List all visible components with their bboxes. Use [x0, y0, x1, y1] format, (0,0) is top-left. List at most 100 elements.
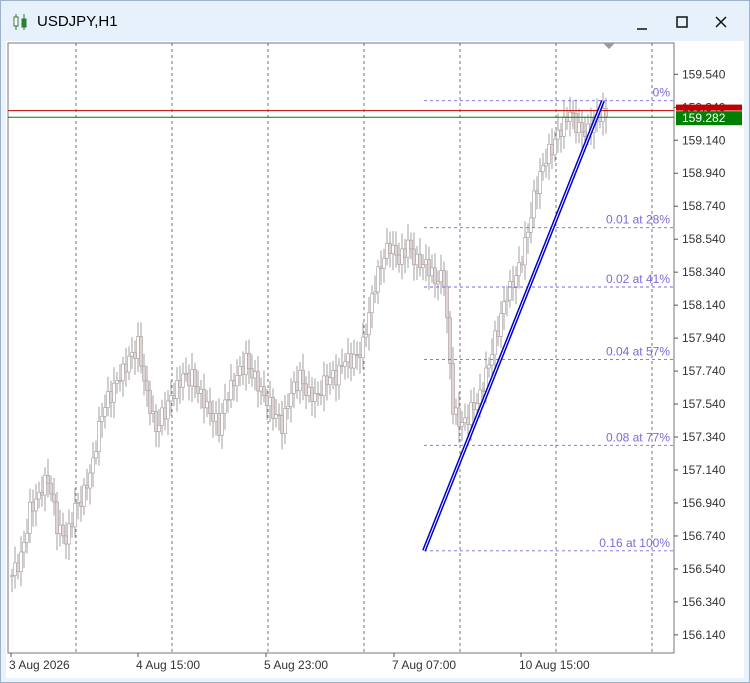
candle-body	[19, 551, 23, 573]
candle-body	[82, 484, 86, 507]
candle-body	[115, 380, 119, 384]
candle-body	[169, 395, 173, 402]
plot-frame	[7, 42, 675, 654]
candle-body	[385, 243, 389, 259]
maximize-button[interactable]	[667, 9, 697, 35]
candle-body	[361, 336, 365, 358]
candle-body	[439, 270, 443, 283]
time-tick-label: 3 Aug 2026	[9, 658, 70, 672]
price-tick-label: 157.740	[682, 364, 726, 378]
candle-body	[388, 243, 392, 254]
candle-body	[136, 336, 140, 359]
candle-body	[76, 502, 80, 504]
candle-body	[454, 407, 458, 415]
candle-body	[418, 253, 422, 269]
candle-body	[505, 299, 509, 303]
candle-body	[166, 400, 170, 420]
candle-body	[400, 248, 404, 265]
candle-body	[16, 562, 20, 573]
candle-body	[259, 386, 263, 392]
minimize-button[interactable]	[627, 9, 657, 35]
candle-body	[382, 258, 386, 269]
price-chart[interactable]: 159.540159.340159.140158.940158.740158.5…	[6, 41, 744, 678]
candle-body	[277, 414, 281, 417]
maximize-icon	[676, 16, 688, 28]
time-tick-label: 7 Aug 07:00	[392, 658, 456, 672]
candle-body	[190, 369, 194, 387]
candle-body	[160, 407, 164, 426]
candle-body	[22, 542, 26, 553]
candle-body	[307, 386, 311, 396]
candle-body	[328, 377, 332, 386]
candle-body	[409, 239, 413, 250]
candle-body	[310, 386, 314, 402]
candle-body	[256, 371, 260, 392]
candle-body	[196, 386, 200, 394]
candle-body	[271, 397, 275, 419]
candle-body	[139, 336, 143, 367]
candle-body	[100, 415, 104, 422]
price-tick-label: 157.540	[682, 397, 726, 411]
candle-body	[340, 364, 344, 367]
title-bar[interactable]: USDJPY,H1	[1, 1, 749, 41]
candle-body	[322, 375, 326, 397]
candle-body	[493, 330, 497, 355]
candle-body	[268, 397, 272, 407]
candle-body	[370, 293, 374, 314]
candle-body	[64, 535, 68, 545]
candle-body	[475, 403, 479, 410]
candle-body	[553, 138, 557, 156]
candle-body	[142, 365, 146, 382]
candle-body	[550, 143, 554, 156]
candle-body	[313, 393, 317, 402]
candle-body	[103, 407, 107, 417]
candle-body	[55, 501, 59, 535]
fib-level-label: 0%	[653, 86, 671, 100]
price-tick-label: 157.940	[682, 331, 726, 345]
price-tick-label: 156.940	[682, 496, 726, 510]
candle-body	[343, 361, 347, 367]
candle-body	[436, 281, 440, 285]
candle-body	[499, 313, 503, 337]
candle-body	[424, 259, 428, 266]
candle-body	[67, 523, 71, 545]
candle-body	[541, 165, 545, 172]
candle-body	[298, 369, 302, 392]
candle-body	[151, 411, 155, 414]
candle-body	[376, 266, 380, 293]
candle-body	[349, 353, 353, 369]
price-tick-label: 157.140	[682, 463, 726, 477]
candle-body	[364, 334, 368, 338]
candle-body	[238, 366, 242, 376]
candle-body	[265, 395, 269, 407]
candle-body	[106, 391, 110, 408]
candle-body	[337, 364, 341, 386]
candle-body	[571, 111, 575, 114]
candle-body	[202, 388, 206, 409]
candle-body	[73, 503, 77, 528]
candle-body	[226, 399, 230, 401]
candle-body	[535, 190, 539, 194]
candle-body	[223, 399, 227, 414]
chart-area[interactable]: 159.540159.340159.140158.940158.740158.5…	[6, 41, 744, 678]
candle-body	[280, 415, 284, 434]
candle-body	[466, 417, 470, 425]
candle-body	[331, 370, 335, 379]
candle-body	[556, 129, 560, 140]
candle-body	[547, 143, 551, 164]
candle-body	[529, 217, 533, 233]
candle-body	[451, 363, 455, 415]
candle-body	[79, 502, 83, 507]
price-tick-label: 157.340	[682, 430, 726, 444]
candle-body	[232, 380, 236, 387]
candle-body	[250, 368, 254, 379]
price-tick-label: 158.540	[682, 232, 726, 246]
candle-body	[445, 286, 449, 319]
candle-body	[421, 264, 425, 269]
candle-body	[289, 392, 293, 407]
candle-body	[181, 373, 185, 388]
time-tick-label: 4 Aug 15:00	[136, 658, 200, 672]
close-button[interactable]	[706, 9, 736, 35]
candle-body	[205, 401, 209, 409]
candle-body	[403, 248, 407, 258]
